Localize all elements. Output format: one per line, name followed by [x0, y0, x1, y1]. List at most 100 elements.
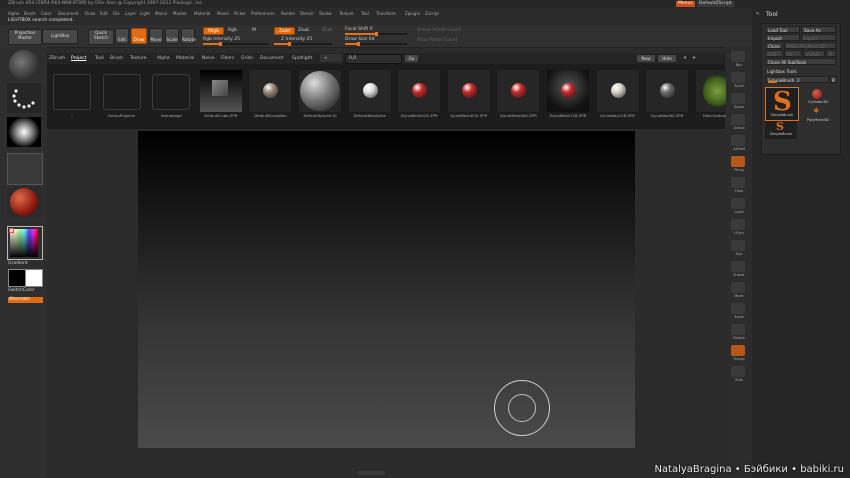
lightbox-button[interactable]: LightBox — [42, 29, 78, 44]
go-button[interactable]: Go — [404, 54, 419, 63]
lightbox-item-dynamesh016-zpr[interactable] — [397, 69, 442, 113]
draw-button[interactable]: Draw — [131, 28, 147, 44]
alternate-button[interactable]: Alternate — [8, 297, 43, 303]
quick-sketch-button[interactable]: Quick Sketch — [88, 29, 114, 45]
menu-document[interactable]: Document — [58, 11, 79, 16]
tool-cylinder3d[interactable]: Cylinder3D — [802, 87, 834, 107]
move-button[interactable]: Move — [149, 28, 163, 44]
actual-icon[interactable] — [731, 114, 745, 125]
edit-button[interactable]: Edit — [115, 28, 129, 44]
hide-button[interactable]: Hide — [657, 54, 677, 63]
menu-tool[interactable]: Tool — [361, 11, 369, 16]
rotate-icon[interactable] — [731, 324, 745, 335]
texture-icon[interactable] — [7, 153, 43, 185]
menu-layer[interactable]: Layer — [125, 11, 136, 16]
tab-material[interactable]: Material — [176, 56, 194, 61]
default-zscript-button[interactable]: DefaultZScript — [697, 1, 734, 7]
solo-icon[interactable] — [731, 366, 745, 377]
xyz-icon[interactable] — [731, 240, 745, 251]
z-intensity-slider[interactable] — [274, 42, 332, 46]
menu-brush[interactable]: Brush — [24, 11, 36, 16]
aahalf-icon[interactable] — [731, 135, 745, 146]
main-color-swatch[interactable] — [8, 269, 26, 287]
tool-simplebrush-small[interactable]: S SimpleBrush — [765, 121, 797, 139]
zadd-button[interactable]: Zadd — [274, 27, 295, 35]
tool-polymesh3d[interactable]: ✶ PolyMesh3D — [802, 107, 834, 128]
menu-macro[interactable]: Macro — [155, 11, 167, 16]
visible-button[interactable]: Visible — [803, 50, 825, 57]
bottom-shelf-handle[interactable] — [357, 471, 385, 475]
menu-stroke[interactable]: Stroke — [319, 11, 332, 16]
zoom-icon[interactable] — [731, 93, 745, 104]
menu-stencil[interactable]: Stencil — [300, 11, 314, 16]
mrgb-button[interactable]: Mrgb — [203, 27, 224, 35]
persp-icon[interactable] — [731, 156, 745, 167]
menu-color[interactable]: Color — [41, 11, 51, 16]
back-arrow-button[interactable]: ◂ — [320, 54, 342, 62]
current-tool-r-button[interactable]: R — [830, 76, 837, 83]
menu-picker[interactable]: Picker — [234, 11, 246, 16]
lsym-icon[interactable] — [731, 219, 745, 230]
secondary-color-swatch[interactable] — [25, 269, 43, 287]
menu-material[interactable]: Material — [194, 11, 210, 16]
lightbox-item-dynamesh128-zpr[interactable] — [546, 69, 590, 113]
lightbox-item-demoprojects[interactable] — [99, 69, 144, 113]
scroll-left-icon[interactable]: ◂ — [683, 54, 686, 61]
tool-palette-title[interactable]: Tool — [766, 11, 778, 18]
rotate-button[interactable]: Rotate — [181, 28, 196, 44]
import-button[interactable]: Import — [765, 34, 800, 41]
transp-icon[interactable] — [731, 345, 745, 356]
tab-document[interactable]: Document — [260, 56, 283, 61]
all-button[interactable]: All — [784, 50, 802, 57]
tab-brush[interactable]: Brush — [110, 56, 123, 61]
zcut-button[interactable]: Zcut — [322, 28, 332, 33]
tab-zbrush[interactable]: ZBrush — [49, 56, 65, 61]
gradient-label[interactable]: Gradient — [8, 261, 28, 267]
tab-project[interactable]: Project — [71, 56, 86, 61]
scroll-icon[interactable] — [731, 72, 745, 83]
tab-grids[interactable]: Grids — [241, 56, 253, 61]
tool-simplebrush-large[interactable]: S SimpleBrush — [765, 87, 799, 121]
menu-alpha[interactable]: Alpha — [8, 11, 19, 16]
document-canvas[interactable] — [138, 131, 635, 448]
lightbox-item-defaultsphere-zi[interactable] — [298, 69, 342, 113]
menu-edit[interactable]: Edit — [100, 11, 108, 16]
load-tool-button[interactable]: Load Tool — [765, 26, 800, 33]
save-as-button[interactable]: Save As — [801, 26, 836, 33]
menu-preferences[interactable]: Preferences — [251, 11, 275, 16]
lightbox-tools-button[interactable]: Lightbox Tools — [765, 68, 836, 75]
alpha-icon[interactable] — [7, 117, 41, 147]
material-icon[interactable] — [7, 187, 41, 217]
lightbox-item-defaultcube-zpr[interactable] — [198, 69, 243, 113]
export-button[interactable]: Export — [801, 34, 836, 41]
rgb-button[interactable]: Rgb — [228, 28, 237, 33]
tab-texture[interactable]: Texture — [130, 56, 146, 61]
tab-noise[interactable]: Noise — [202, 56, 214, 61]
goz-button[interactable]: GoZ — [765, 50, 783, 57]
lightbox-item-defaultwaxsphe[interactable] — [347, 69, 392, 113]
menu-draw[interactable]: Draw — [85, 11, 95, 16]
lightbox-item-dynamesh064-zpr[interactable] — [496, 69, 541, 113]
m-button[interactable]: M — [252, 28, 256, 33]
current-tool-slider[interactable]: SimpleBrush. 2 — [765, 76, 829, 83]
search-input[interactable]: 0,0 — [345, 54, 402, 64]
r-button[interactable]: R — [826, 50, 836, 57]
menus-button[interactable]: Menus — [676, 1, 695, 7]
tab-alpha[interactable]: Alpha — [157, 56, 170, 61]
tab-spotlight[interactable]: Spotlight — [292, 56, 312, 61]
clone-all-subtools-button[interactable]: Clone All SubTools — [765, 58, 836, 65]
menu-movie[interactable]: Movie — [217, 11, 229, 16]
tab-fibers[interactable]: Fibers — [221, 56, 234, 61]
bpr-icon[interactable] — [731, 51, 745, 62]
lightbox-item-dynawax64-zpr[interactable] — [645, 69, 690, 113]
menu-light[interactable]: Light — [140, 11, 150, 16]
menu-zplugin[interactable]: Zplugin — [405, 11, 420, 16]
projection-master-button[interactable]: Projection Master — [8, 29, 42, 45]
scale-icon[interactable] — [731, 303, 745, 314]
move-icon[interactable] — [731, 282, 745, 293]
draw-size-slider[interactable] — [345, 42, 407, 46]
clone-button[interactable]: Clone — [765, 42, 783, 49]
color-picker[interactable] — [7, 226, 43, 260]
stroke-icon[interactable] — [7, 83, 41, 113]
lightbox-item-homepage[interactable] — [149, 69, 194, 113]
